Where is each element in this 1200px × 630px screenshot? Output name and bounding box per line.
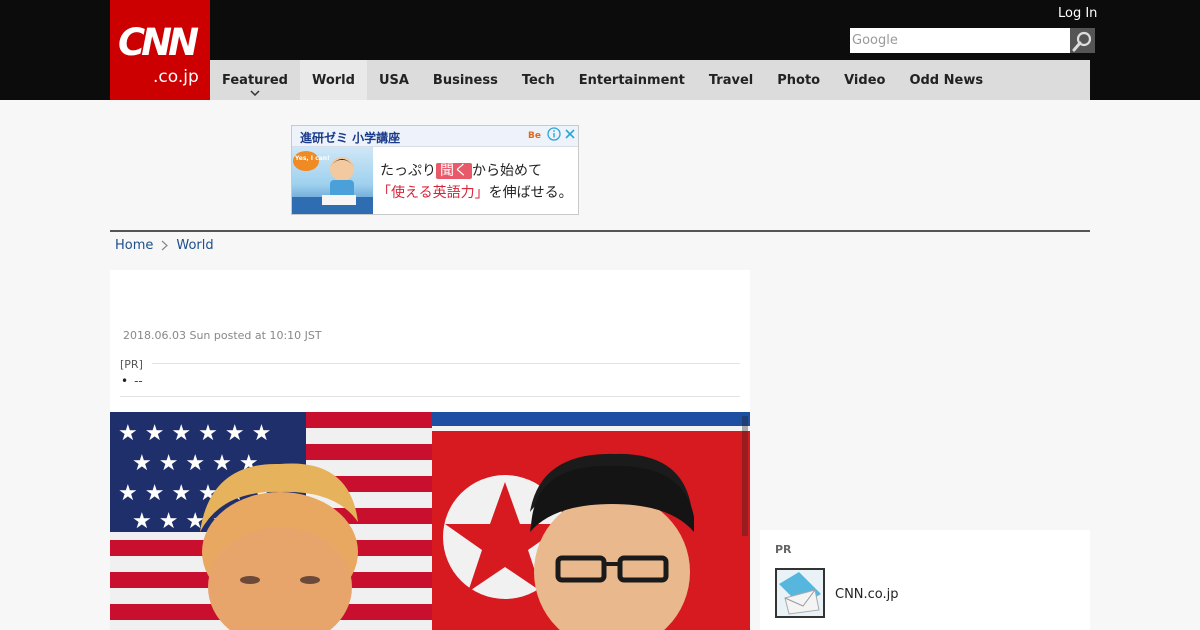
pr-item-link[interactable]: -- xyxy=(134,374,143,388)
nav-item-business[interactable]: Business xyxy=(421,60,510,100)
nav-item-label: Entertainment xyxy=(578,72,685,88)
breadcrumb-world[interactable]: World xyxy=(176,238,213,253)
article-hero-image: ★ ★ ★ ★ ★ ★ ★ ★ ★ ★ ★ ★ ★ ★ ★ ★ ★ ★ ★ ★ … xyxy=(110,412,750,630)
nav-item-label: Odd News xyxy=(909,72,984,88)
nav-item-travel[interactable]: Travel xyxy=(697,60,765,100)
nav-item-photo[interactable]: Photo xyxy=(765,60,832,100)
nav-item-label: Video xyxy=(844,72,886,88)
svg-text:Be: Be xyxy=(528,131,541,141)
nav-item-video[interactable]: Video xyxy=(832,60,897,100)
nav-item-world[interactable]: World xyxy=(299,60,367,100)
pr-list-item[interactable]: • -- xyxy=(121,374,143,388)
breadcrumb: Home World xyxy=(115,238,214,253)
top-header: CNN .co.jp Log In Featured World USA Bus… xyxy=(0,0,1200,100)
breadcrumb-home[interactable]: Home xyxy=(115,238,153,253)
nav-item-featured[interactable]: Featured xyxy=(210,60,300,100)
article-date: 2018.06.03 Sun posted at 10:10 JST xyxy=(123,329,322,342)
cnn-logo[interactable]: CNN .co.jp xyxy=(110,0,210,100)
nav-item-tech[interactable]: Tech xyxy=(510,60,567,100)
logo-sub-text: .co.jp xyxy=(153,67,199,87)
section-divider xyxy=(110,230,1090,232)
pr-label: [PR] xyxy=(120,358,143,371)
article-card: 2018.06.03 Sun posted at 10:10 JST [PR] … xyxy=(110,270,750,630)
sidebar-pr-link[interactable]: CNN.co.jp xyxy=(835,587,899,602)
ad-line2-b: を伸ばせる。 xyxy=(488,185,573,201)
bullet: • xyxy=(121,374,129,388)
sidebar-pr-thumbnail[interactable] xyxy=(775,568,825,618)
nav-item-label: Featured xyxy=(222,72,288,88)
search-button[interactable] xyxy=(1070,28,1095,53)
ad-choices: Be xyxy=(528,127,576,141)
main-nav: Featured World USA Business Tech Enterta… xyxy=(210,60,1090,100)
envelope-icon xyxy=(777,570,823,616)
ad-text-line-2: 「使える英語力」を伸ばせる。 xyxy=(377,182,573,202)
nav-item-odd-news[interactable]: Odd News xyxy=(897,60,995,100)
nav-item-label: World xyxy=(311,72,355,88)
nav-item-label: Tech xyxy=(521,72,555,88)
nav-item-label: USA xyxy=(378,72,409,88)
nav-item-usa[interactable]: USA xyxy=(367,60,421,100)
logo-main-text: CNN xyxy=(118,21,199,64)
chevron-down-icon xyxy=(250,90,260,96)
login-link[interactable]: Log In xyxy=(1058,6,1097,21)
pr-divider xyxy=(152,363,740,364)
pr-divider-bottom xyxy=(120,396,740,397)
ad-line1-a: たっぷり xyxy=(380,163,436,179)
nav-item-label: Travel xyxy=(708,72,754,88)
ad-line2-a: 「使える英語力」 xyxy=(377,185,489,201)
svg-text:★ ★ ★ ★ ★ ★: ★ ★ ★ ★ ★ ★ xyxy=(118,421,271,446)
ad-banner[interactable]: 進研ゼミ 小学講座 Be Yes, I can! たっぷり 聞く から始めて 「… xyxy=(291,125,579,215)
nav-item-label: Business xyxy=(432,72,498,88)
ad-brand: 進研ゼミ 小学講座 xyxy=(300,131,401,145)
ad-highlight: 聞く xyxy=(436,163,472,179)
kid-illustration: Yes, I can! xyxy=(292,151,373,214)
nav-item-entertainment[interactable]: Entertainment xyxy=(567,60,697,100)
ad-header: 進研ゼミ 小学講座 Be xyxy=(292,126,578,147)
ad-logo-icon: Be xyxy=(528,131,541,141)
ad-line1-b: から始めて xyxy=(472,163,542,179)
kid-bubble-text: Yes, I can! xyxy=(294,155,330,162)
hero-flags-portraits: ★ ★ ★ ★ ★ ★ ★ ★ ★ ★ ★ ★ ★ ★ ★ ★ ★ ★ ★ ★ … xyxy=(110,412,750,630)
sidebar-pr-title: PR xyxy=(775,543,792,556)
ad-text-line-1: たっぷり 聞く から始めて xyxy=(380,160,542,180)
close-icon[interactable] xyxy=(564,128,576,140)
chevron-right-icon xyxy=(161,240,169,251)
nav-item-label: Photo xyxy=(777,72,821,88)
sidebar-pr-box: PR CNN.co.jp xyxy=(760,530,1090,630)
info-icon[interactable] xyxy=(547,127,561,141)
search-icon xyxy=(1072,31,1091,51)
ad-kid-image: Yes, I can! xyxy=(292,147,373,214)
search-input[interactable] xyxy=(850,28,1070,53)
